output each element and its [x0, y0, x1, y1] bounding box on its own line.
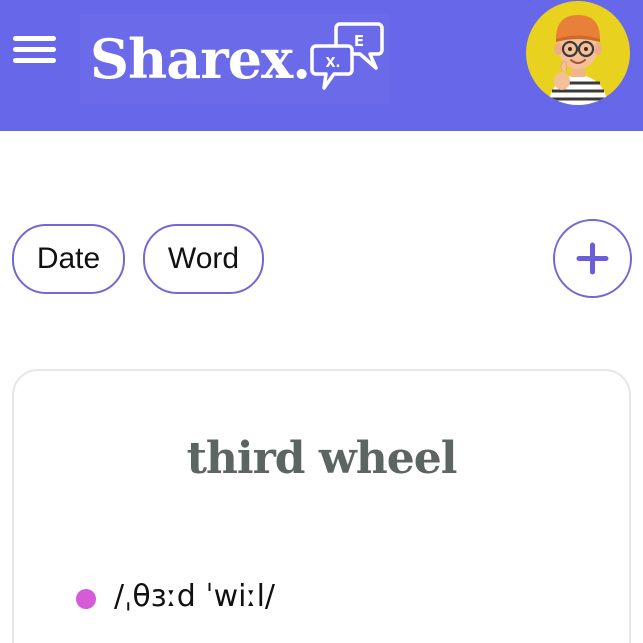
- bullet-dot-icon: [76, 589, 96, 609]
- app-title: Sharex.: [90, 27, 311, 91]
- menu-line: [13, 36, 56, 41]
- menu-line: [13, 47, 56, 52]
- filter-chip-date[interactable]: Date: [12, 224, 125, 294]
- app-header: Sharex. E X.: [0, 0, 643, 131]
- plus-icon: [576, 242, 609, 275]
- bubble-letter-e: E: [354, 32, 364, 50]
- chat-bubbles-icon: E X.: [310, 22, 384, 90]
- memoji-avatar-icon: [548, 15, 608, 105]
- menu-line: [13, 58, 56, 63]
- bubble-letter-x: X.: [326, 56, 341, 71]
- phonetic-transcription: /ˌθɜːd ˈwiːl/: [114, 579, 276, 614]
- hamburger-menu-icon[interactable]: [13, 33, 57, 65]
- app-logo: Sharex. E X.: [80, 14, 390, 104]
- word-title: third wheel: [186, 433, 458, 484]
- user-avatar[interactable]: [526, 1, 630, 105]
- filter-chip-word[interactable]: Word: [143, 224, 264, 294]
- add-button[interactable]: [553, 219, 632, 298]
- app-screen: Sharex. E X. Date Word third wheel /ˌθɜː…: [0, 0, 643, 643]
- word-card[interactable]: third wheel /ˌθɜːd ˈwiːl/: [12, 369, 631, 643]
